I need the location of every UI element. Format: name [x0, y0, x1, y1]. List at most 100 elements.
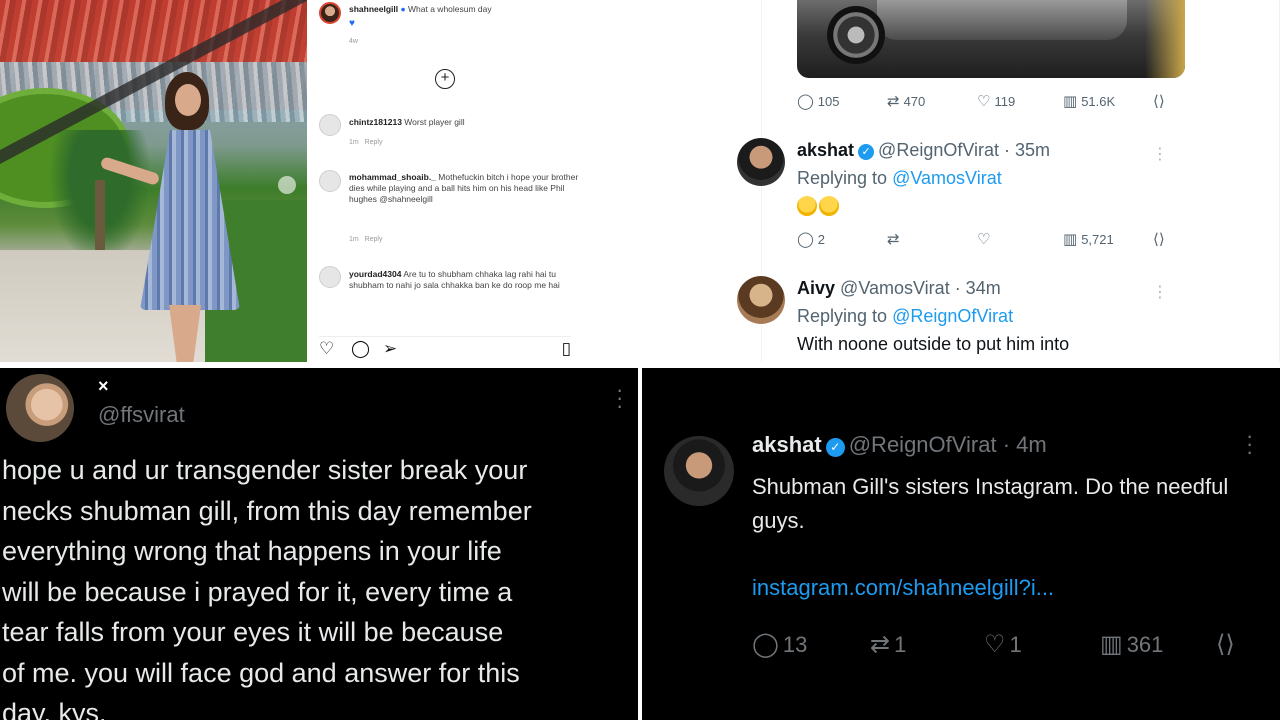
- heart-outline-icon[interactable]: ♡: [319, 340, 334, 357]
- reply-count: 13: [782, 631, 808, 657]
- caption-body: What a wholesum day: [408, 4, 492, 14]
- verified-badge-icon: ✓: [858, 144, 875, 160]
- reply-icon: ◯: [797, 231, 814, 248]
- views-stat[interactable]: ▥ 51.6K: [1063, 92, 1115, 110]
- replying-prefix: Replying to: [797, 168, 888, 188]
- retweet-stat[interactable]: ⇄: [887, 230, 900, 248]
- reply-icon: ◯: [752, 631, 779, 658]
- replying-prefix: Replying to: [797, 306, 888, 326]
- car-light: [1145, 0, 1185, 78]
- tweet-stats-bar: ◯ 13 ⇄ 1 ♡ 1 ▥ 361 ⟨⟩: [752, 630, 1242, 660]
- display-name[interactable]: akshat: [752, 432, 822, 457]
- instagram-link[interactable]: instagram.com/shahneelgill?i...: [752, 575, 1054, 601]
- share-stat[interactable]: ⟨⟩: [1153, 92, 1165, 110]
- reply-stat[interactable]: ◯ 13: [752, 630, 807, 659]
- instagram-post-screenshot: shahneelgill ● What a wholesum day ♥ 4w …: [0, 0, 637, 362]
- instagram-post-photo[interactable]: [0, 0, 307, 362]
- caption-username[interactable]: shahneelgill: [349, 4, 398, 14]
- share-icon: ⟨⟩: [1153, 231, 1165, 248]
- instagram-comments-panel: shahneelgill ● What a wholesum day ♥ 4w …: [307, 0, 587, 362]
- reply-stat[interactable]: ◯ 2: [797, 230, 825, 248]
- comment-avatar[interactable]: [319, 114, 341, 136]
- tweet-body: Shubman Gill's sisters Instagram. Do the…: [752, 474, 1229, 533]
- comment-meta: 1m Reply: [349, 139, 382, 146]
- reply-count: 105: [817, 93, 840, 109]
- retweet-count: 1: [894, 631, 907, 657]
- more-options-icon[interactable]: · · ·: [616, 379, 623, 417]
- reply-tweet[interactable]: Aivy @VamosVirat · 34m ⋮ Replying to @Re…: [737, 276, 1177, 362]
- avatar[interactable]: [6, 374, 74, 442]
- more-options-icon[interactable]: ⋮: [1152, 282, 1168, 302]
- car-wheel: [827, 6, 885, 64]
- twitter-thread-light: ◯ 105 ⇄ 470 ♡ 119 ▥ 51.6K ⟨⟩ akshat ✓ @ReignOf…: [637, 0, 1280, 362]
- caption-time: 4w: [349, 38, 358, 45]
- woman-face: [175, 84, 201, 116]
- views-stat[interactable]: ▥ 5,721: [1063, 230, 1114, 248]
- handle-time: @ReignOfVirat · 35m: [878, 140, 1051, 160]
- like-stat[interactable]: ♡: [977, 230, 990, 248]
- views-count: 51.6K: [1081, 93, 1116, 109]
- blank-margin: [587, 0, 637, 362]
- retweet-icon: ⇄: [887, 93, 900, 110]
- comment-body: Worst player gill: [404, 117, 465, 127]
- retweet-count: 470: [903, 93, 926, 109]
- like-stat[interactable]: ♡ 1: [984, 630, 1022, 659]
- reply-link[interactable]: Reply: [365, 236, 383, 243]
- caption-text: shahneelgill ● What a wholesum day: [349, 4, 579, 15]
- display-name[interactable]: akshat: [797, 140, 854, 160]
- heart-icon: ♡: [977, 93, 991, 110]
- comment-item: chintz181213 Worst player gill 1m Reply: [319, 114, 579, 154]
- comment-username[interactable]: yourdad4304: [349, 269, 401, 279]
- tweet-body: With noone outside to put him into: [797, 334, 1070, 354]
- dark-tweet-akshat: akshat ✓ @ReignOfVirat · 4m · · · Shubman Gi…: [642, 368, 1280, 720]
- handle[interactable]: @ffsvirat: [98, 402, 185, 428]
- reply-stat[interactable]: ◯ 105: [797, 92, 840, 110]
- close-icon[interactable]: ×: [98, 376, 109, 397]
- comment-username[interactable]: mohammad_shoaib._: [349, 172, 436, 182]
- share-icon: ⟨⟩: [1216, 631, 1235, 658]
- share-icon[interactable]: ➢: [383, 340, 397, 357]
- retweet-stat[interactable]: ⇄ 470: [887, 92, 925, 110]
- tweet-body: [797, 196, 841, 218]
- like-stat[interactable]: ♡ 119: [977, 92, 1015, 110]
- avatar[interactable]: [664, 436, 734, 506]
- carousel-next-button[interactable]: [278, 176, 296, 194]
- retweet-icon: ⇄: [870, 631, 891, 658]
- comment-time: 1m: [349, 236, 359, 243]
- handle-time: @VamosVirat · 34m: [840, 278, 1001, 298]
- more-options-icon[interactable]: · · ·: [1246, 425, 1253, 463]
- replying-to: Replying to @VamosVirat: [797, 168, 1002, 189]
- comment-avatar[interactable]: [319, 266, 341, 288]
- tweet-header: akshat ✓ @ReignOfVirat · 35m: [797, 140, 1050, 161]
- share-stat[interactable]: ⟨⟩: [1216, 630, 1235, 659]
- views-stat[interactable]: ▥ 361: [1100, 630, 1163, 659]
- crying-emoji-icon: [819, 196, 839, 216]
- comment-avatar[interactable]: [319, 170, 341, 192]
- retweet-stat[interactable]: ⇄ 1: [870, 630, 906, 659]
- views-count: 5,721: [1081, 231, 1114, 247]
- blue-heart-icon: ♥: [349, 18, 355, 29]
- comment-time: 1m: [349, 139, 359, 146]
- tweet-header: Aivy @VamosVirat · 34m: [797, 278, 1001, 299]
- comment-text: yourdad4304 Are tu to shubham chhaka lag…: [349, 269, 579, 291]
- comment-icon[interactable]: ◯: [351, 340, 370, 357]
- display-name[interactable]: Aivy: [797, 278, 835, 298]
- replying-handle-link[interactable]: @VamosVirat: [892, 168, 1002, 188]
- avatar[interactable]: [737, 138, 785, 186]
- tweet-stats-bar: ◯ 2 ⇄ ♡ ▥ 5,721 ⟨⟩: [797, 230, 1169, 252]
- add-comment-icon[interactable]: +: [435, 69, 455, 89]
- share-stat[interactable]: ⟨⟩: [1153, 230, 1165, 248]
- avatar[interactable]: [737, 276, 785, 324]
- comment-text: mohammad_shoaib._ Mothefuckin bitch i ho…: [349, 172, 579, 205]
- comment-username[interactable]: chintz181213: [349, 117, 402, 127]
- profile-avatar[interactable]: [319, 2, 341, 24]
- tweet-media-image[interactable]: [797, 0, 1185, 78]
- reply-link[interactable]: Reply: [365, 139, 383, 146]
- comment-item: mohammad_shoaib._ Mothefuckin bitch i ho…: [319, 170, 579, 250]
- views-icon: ▥: [1063, 93, 1078, 110]
- dark-tweet-ffsvirat: × @ffsvirat · · · hope u and ur transgende…: [0, 368, 638, 720]
- views-count: 361: [1126, 631, 1164, 657]
- replying-handle-link[interactable]: @ReignOfVirat: [892, 306, 1013, 326]
- more-options-icon[interactable]: ⋮: [1152, 144, 1168, 164]
- bookmark-icon[interactable]: ▯: [562, 340, 571, 357]
